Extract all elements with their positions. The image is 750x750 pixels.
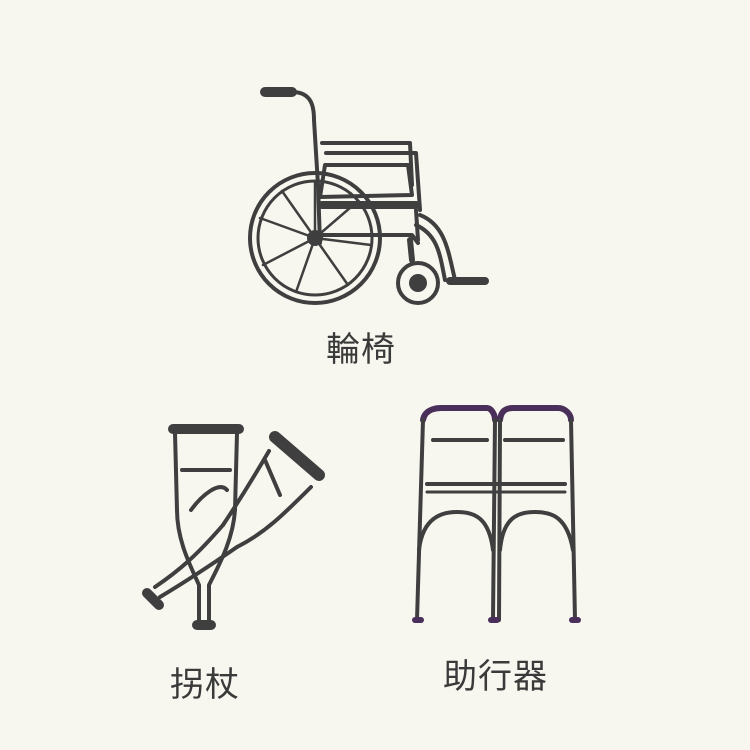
walker-label: 助行器	[443, 657, 548, 697]
walker-icon	[405, 400, 581, 630]
wheelchair-label: 輪椅	[326, 330, 396, 370]
crutches-label: 拐杖	[170, 665, 240, 705]
wheelchair-icon	[240, 75, 500, 315]
crutches-icon	[135, 415, 335, 640]
